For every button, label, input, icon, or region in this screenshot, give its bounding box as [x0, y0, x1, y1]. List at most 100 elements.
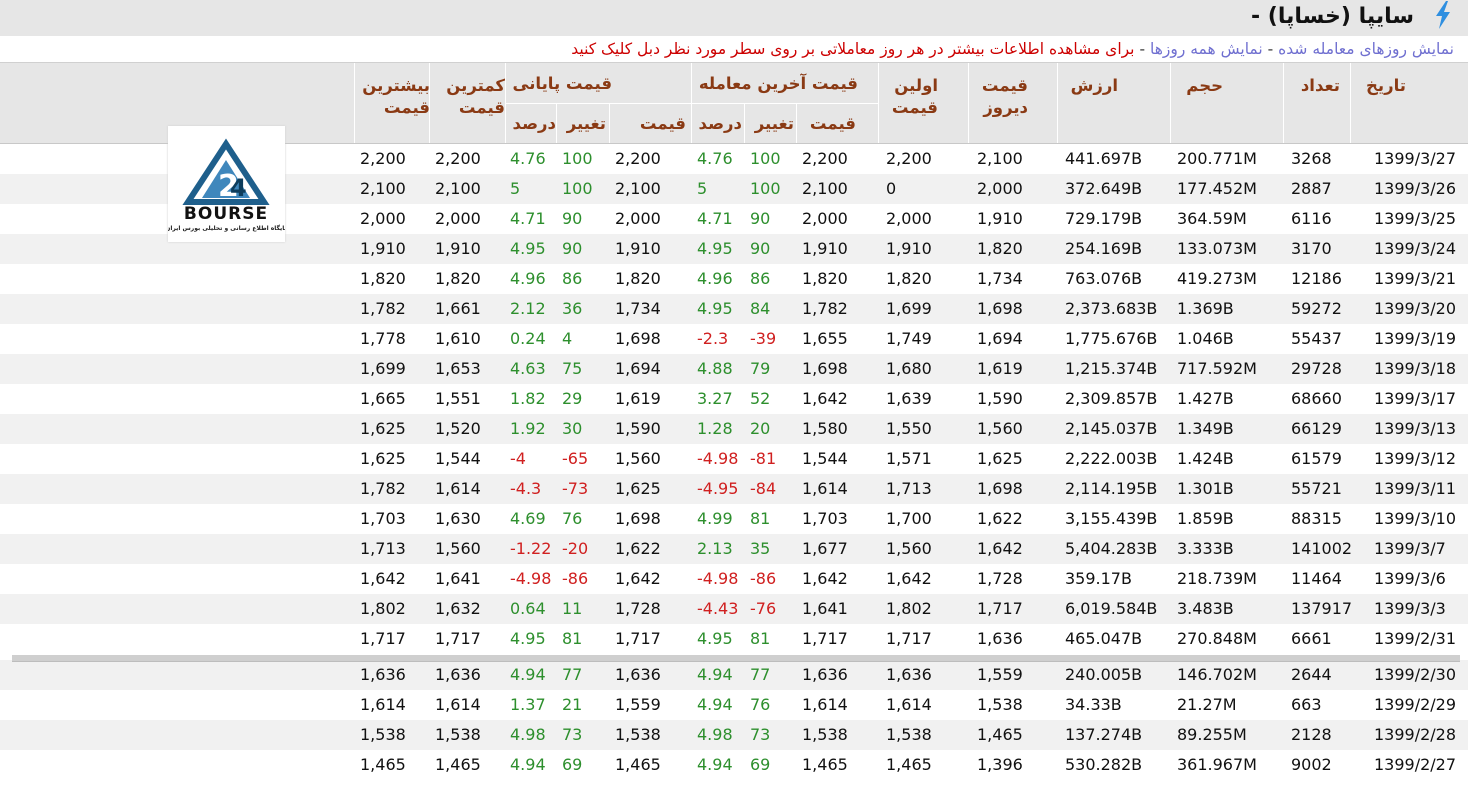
table-row[interactable]: 1399/2/31 6661 270.848M 465.047B 1,636 1,717 1…	[0, 624, 1468, 654]
header-last-percent[interactable]: درصد	[698, 113, 742, 135]
separator-dash: -	[1267, 40, 1274, 58]
close-percent-cell: 0.64	[510, 599, 546, 618]
first-price-cell: 1,571	[886, 449, 932, 468]
min-price-cell: 1,636	[435, 665, 481, 684]
header-close-change[interactable]: تغییر	[558, 113, 606, 135]
prev-price-cell: 2,100	[977, 149, 1023, 168]
close-percent-cell: 1.92	[510, 419, 546, 438]
last-price-cell: 1,538	[802, 725, 848, 744]
link-all-days[interactable]: نمایش همه روزها	[1150, 40, 1263, 58]
date-cell: 1399/3/19	[1374, 329, 1457, 348]
value-cell: 34.33B	[1065, 695, 1122, 714]
bourse-logo-icon: 2 4 BOURSE پایگاه اطلاع رسانی و تحلیلی ب…	[165, 138, 287, 232]
value-cell: 530.282B	[1065, 755, 1143, 774]
table-row[interactable]: 1399/3/19 55437 1.046B 1,775.676B 1,694 1,749…	[0, 324, 1468, 354]
volume-cell: 1.301B	[1177, 479, 1234, 498]
table-row[interactable]: 1399/3/6 11464 218.739M 359.17B 1,728 1,642 1,…	[0, 564, 1468, 594]
last-percent-cell: 4.95	[697, 239, 733, 258]
table-row[interactable]: 1399/2/30 2644 146.702M 240.005B 1,559 1,636 1…	[0, 660, 1468, 690]
table-row[interactable]: 1399/3/21 12186 419.273M 763.076B 1,734 1,820…	[0, 264, 1468, 294]
last-change-cell: 52	[750, 389, 771, 408]
date-cell: 1399/3/11	[1374, 479, 1457, 498]
count-cell: 29728	[1291, 359, 1342, 378]
table-row[interactable]: 1399/3/18 29728 717.592M 1,215.374B 1,619 1,6…	[0, 354, 1468, 384]
count-cell: 137917	[1291, 599, 1353, 618]
table-row[interactable]: 1399/3/3 137917 3.483B 6,019.584B 1,717 1,802…	[0, 594, 1468, 624]
last-price-cell: 1,544	[802, 449, 848, 468]
value-cell: 2,145.037B	[1065, 419, 1158, 438]
count-cell: 2644	[1291, 665, 1332, 684]
value-cell: 137.274B	[1065, 725, 1143, 744]
close-change-cell: -73	[562, 479, 589, 498]
separator-dash: -	[1139, 40, 1146, 58]
prev-price-cell: 2,000	[977, 179, 1023, 198]
header-first-price[interactable]: اولین قیمت	[868, 75, 938, 119]
table-row[interactable]: 1399/3/17 68660 1.427B 2,309.857B 1,590 1,639…	[0, 384, 1468, 414]
date-cell: 1399/3/20	[1374, 299, 1457, 318]
close-price-cell: 2,200	[615, 149, 661, 168]
close-change-cell: 90	[562, 209, 583, 228]
count-cell: 2887	[1291, 179, 1332, 198]
max-price-cell: 1,782	[360, 479, 406, 498]
close-price-cell: 1,622	[615, 539, 661, 558]
volume-cell: 270.848M	[1177, 629, 1257, 648]
close-percent-cell: 4.96	[510, 269, 546, 288]
first-price-cell: 1,717	[886, 629, 932, 648]
header-close-percent[interactable]: درصد	[510, 113, 556, 135]
table-row[interactable]: 1399/3/10 88315 1.859B 3,155.439B 1,622 1,700…	[0, 504, 1468, 534]
volume-cell: 364.59M	[1177, 209, 1247, 228]
close-price-cell: 1,619	[615, 389, 661, 408]
header-volume[interactable]: حجم	[1163, 75, 1223, 97]
first-price-cell: 1,699	[886, 299, 932, 318]
count-cell: 2128	[1291, 725, 1332, 744]
last-change-cell: 86	[750, 269, 771, 288]
date-cell: 1399/2/28	[1374, 725, 1457, 744]
header-max-price[interactable]: بیشترین قیمت	[360, 75, 430, 119]
count-cell: 68660	[1291, 389, 1342, 408]
count-cell: 61579	[1291, 449, 1342, 468]
date-cell: 1399/3/6	[1374, 569, 1446, 588]
header-last-price[interactable]: قیمت	[786, 113, 856, 135]
last-change-cell: 35	[750, 539, 771, 558]
prev-price-cell: 1,910	[977, 209, 1023, 228]
table-row[interactable]: 1399/3/13 66129 1.349B 2,145.037B 1,560 1,550…	[0, 414, 1468, 444]
header-value[interactable]: ارزش	[1058, 75, 1118, 97]
last-price-cell: 1,614	[802, 695, 848, 714]
last-change-cell: 90	[750, 209, 771, 228]
max-price-cell: 1,636	[360, 665, 406, 684]
close-change-cell: 76	[562, 509, 583, 528]
date-cell: 1399/2/27	[1374, 755, 1457, 774]
first-price-cell: 1,802	[886, 599, 932, 618]
table-row[interactable]: 1399/2/27 9002 361.967M 530.282B 1,396 1,465 1…	[0, 750, 1468, 780]
last-percent-cell: 5	[697, 179, 708, 198]
close-change-cell: 73	[562, 725, 583, 744]
last-percent-cell: -2.3	[697, 329, 729, 348]
first-price-cell: 0	[886, 179, 897, 198]
svg-text:4: 4	[230, 174, 247, 202]
value-cell: 1,215.374B	[1065, 359, 1158, 378]
first-price-cell: 1,465	[886, 755, 932, 774]
header-date[interactable]: تاریخ	[1346, 75, 1406, 97]
close-change-cell: -86	[562, 569, 589, 588]
first-price-cell: 1,614	[886, 695, 932, 714]
last-price-cell: 1,717	[802, 629, 848, 648]
close-percent-cell: 4.98	[510, 725, 546, 744]
count-cell: 12186	[1291, 269, 1342, 288]
table-row[interactable]: 1399/3/20 59272 1.369B 2,373.683B 1,698 1,699…	[0, 294, 1468, 324]
lightning-icon[interactable]	[1430, 0, 1456, 30]
title-bar: سایپا (خساپا) -	[0, 0, 1468, 36]
table-row[interactable]: 1399/3/11 55721 1.301B 2,114.195B 1,698 1,713…	[0, 474, 1468, 504]
min-price-cell: 2,000	[435, 209, 481, 228]
table-row[interactable]: 1399/3/7 141002 3.333B 5,404.283B 1,642 1,560…	[0, 534, 1468, 564]
close-change-cell: 100	[562, 179, 593, 198]
link-traded-days[interactable]: نمایش روزهای معامله شده	[1278, 40, 1454, 58]
table-row[interactable]: 1399/2/28 2128 89.255M 137.274B 1,465 1,538 1,…	[0, 720, 1468, 750]
last-price-cell: 1,910	[802, 239, 848, 258]
table-row[interactable]: 1399/3/12 61579 1.424B 2,222.003B 1,625 1,571…	[0, 444, 1468, 474]
header-close-price[interactable]: قیمت	[616, 113, 686, 135]
header-count[interactable]: تعداد	[1280, 75, 1340, 97]
table-row[interactable]: 1399/2/29 663 21.27M 34.33B 1,538 1,614 1,614 7…	[0, 690, 1468, 720]
header-prev-price[interactable]: قیمت دیروز	[958, 75, 1028, 119]
date-cell: 1399/3/27	[1374, 149, 1457, 168]
value-cell: 240.005B	[1065, 665, 1143, 684]
